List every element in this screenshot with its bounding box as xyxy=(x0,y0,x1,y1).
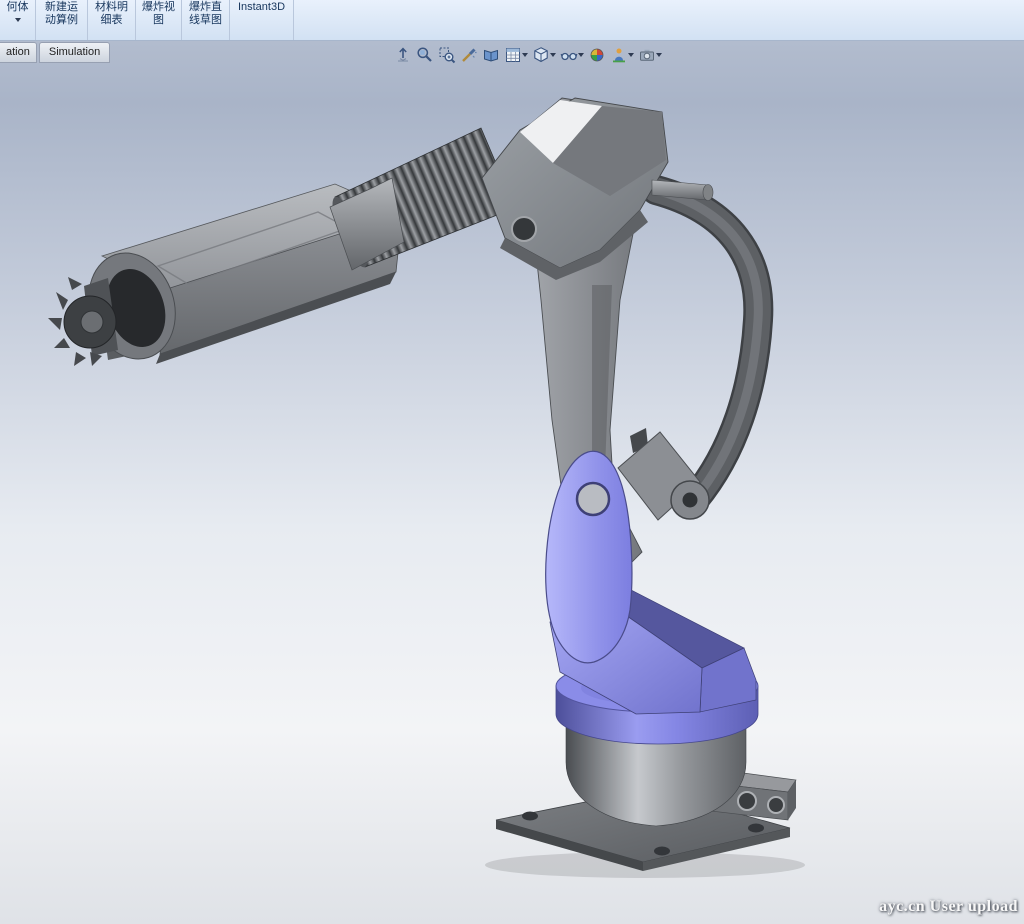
command-manager-ribbon: 何体 新建运动算例 材料明细表 爆炸视图 爆炸直线草图 Instant3D xyxy=(0,0,1024,41)
robot-arm-model[interactable] xyxy=(0,41,1024,924)
ribbon-button-label: 材料明细表 xyxy=(95,1,129,27)
ribbon-button-exploded-view[interactable]: 爆炸视图 xyxy=(136,0,182,40)
ribbon-button-label: Instant3D xyxy=(233,1,291,14)
ribbon-button-label: 爆炸视图 xyxy=(142,1,176,27)
ribbon-button-label: 新建运动算例 xyxy=(45,1,79,27)
wrist-joint-housing[interactable] xyxy=(482,98,668,280)
ribbon-button-label: 何体 xyxy=(1,1,35,14)
ribbon-button-new-motion-study[interactable]: 新建运动算例 xyxy=(36,0,88,40)
ribbon-button-label: 爆炸直线草图 xyxy=(189,1,223,27)
graphics-viewport[interactable]: ation Simulation xyxy=(0,41,1024,924)
ribbon-spacer xyxy=(294,0,1024,40)
shoulder-hole xyxy=(577,483,609,515)
watermark-text: ayc.cn User upload xyxy=(879,898,1018,916)
ribbon-button-instant3d[interactable]: Instant3D xyxy=(230,0,294,40)
rear-linkage[interactable] xyxy=(618,190,758,520)
ribbon-button-solid-body[interactable]: 何体 xyxy=(0,0,36,40)
wrist-hole xyxy=(512,217,536,241)
dropdown-arrow-icon[interactable] xyxy=(15,18,21,22)
ribbon-button-explode-line-sketch[interactable]: 爆炸直线草图 xyxy=(182,0,230,40)
ribbon-button-bill-of-materials[interactable]: 材料明细表 xyxy=(88,0,136,40)
